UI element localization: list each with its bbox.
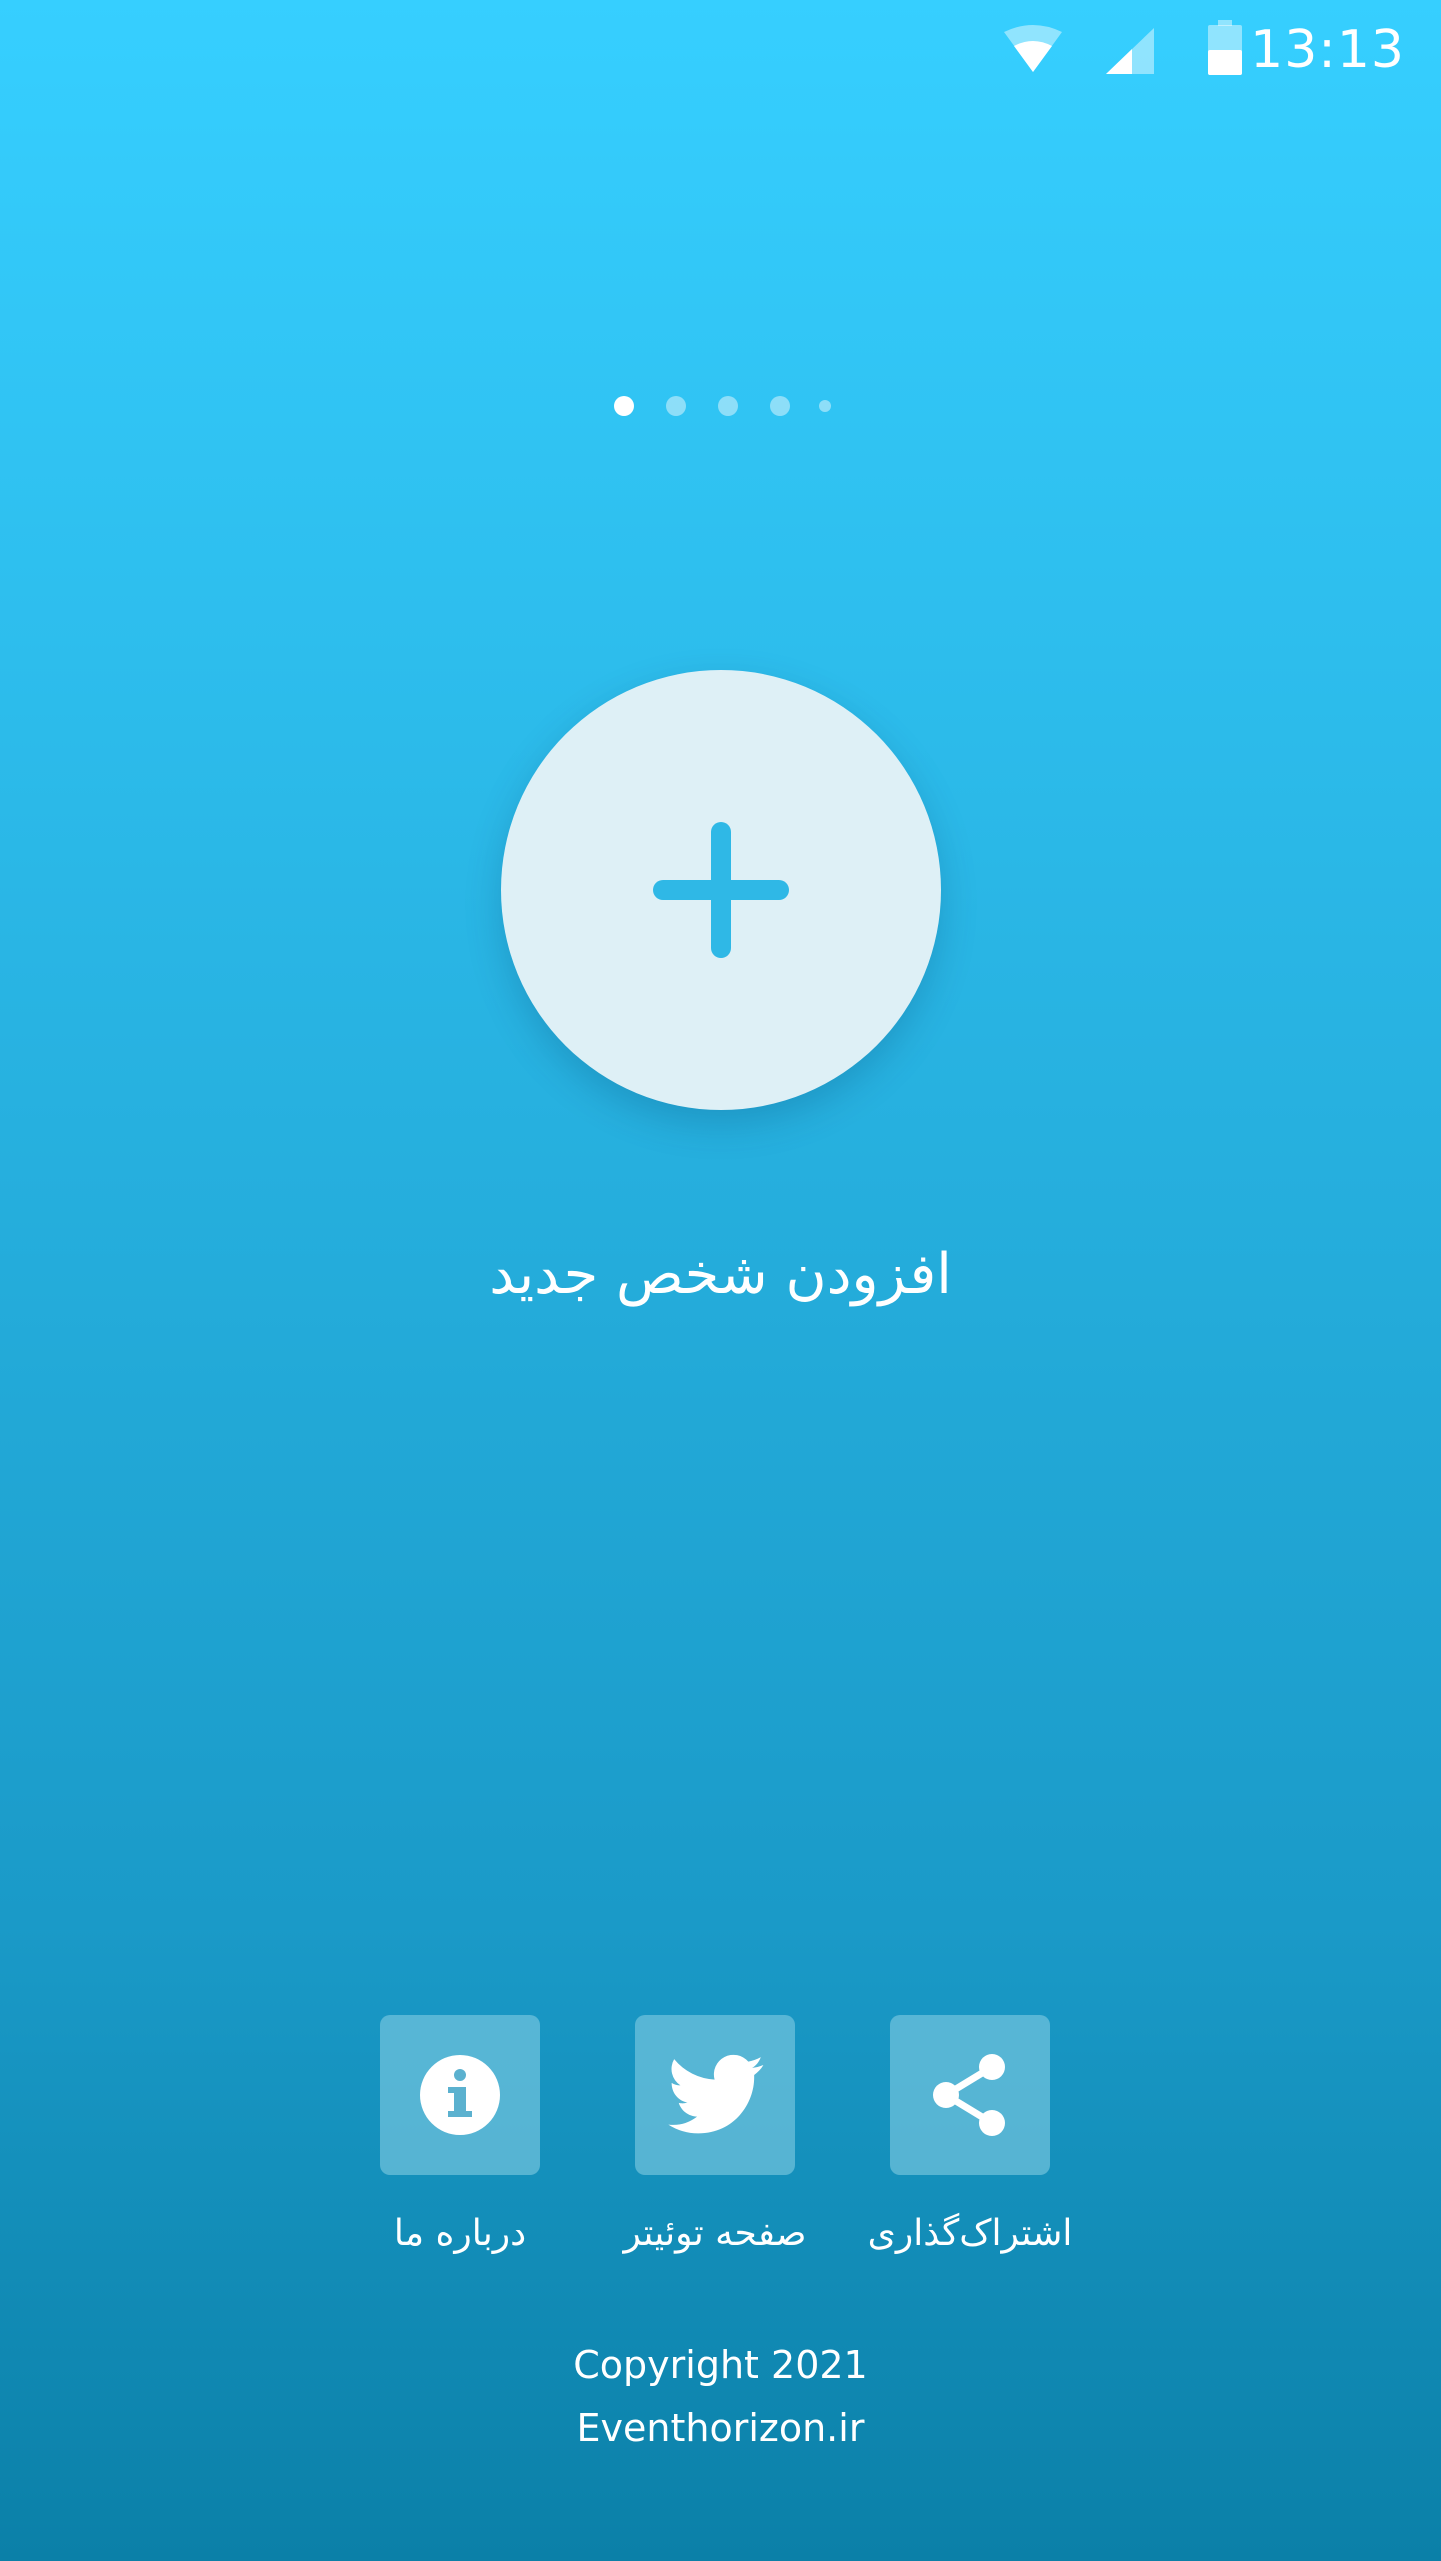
plus-icon — [653, 822, 789, 958]
status-bar: 13:13 — [0, 0, 1441, 100]
wifi-icon — [1004, 25, 1062, 72]
status-time: 13:13 — [1250, 20, 1405, 80]
info-icon — [420, 2055, 500, 2135]
page-dot[interactable] — [819, 400, 831, 412]
share-label: اشتراک‌گذاری — [867, 2213, 1073, 2254]
about-label: درباره ما — [393, 2213, 527, 2254]
screen: 13:13 افزودن شخص جدید درباره ما صفحه توئ… — [0, 0, 1441, 2561]
add-person-label[interactable]: افزودن شخص جدید — [0, 1240, 1441, 1310]
battery-icon — [1208, 20, 1242, 75]
page-dot[interactable] — [770, 396, 790, 416]
add-person-button[interactable] — [501, 670, 941, 1110]
cellular-signal-icon — [1106, 28, 1154, 74]
share-icon — [933, 2054, 1005, 2136]
page-dot-active[interactable] — [614, 396, 634, 416]
copyright-text: Copyright 2021 — [573, 2343, 868, 2387]
share-button[interactable] — [890, 2015, 1050, 2175]
page-dot[interactable] — [718, 396, 738, 416]
twitter-label: صفحه توئیتر — [623, 2213, 807, 2254]
page-dot[interactable] — [666, 396, 686, 416]
website-link[interactable]: Eventhorizon.ir — [0, 2398, 1441, 2458]
about-button[interactable] — [380, 2015, 540, 2175]
twitter-icon — [668, 2054, 764, 2134]
page-indicator — [0, 390, 1441, 422]
twitter-button[interactable] — [635, 2015, 795, 2175]
